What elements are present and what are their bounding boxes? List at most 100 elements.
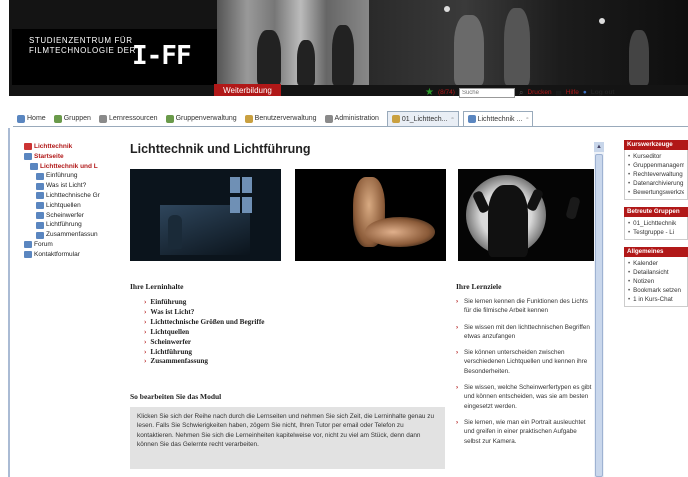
scroll-thumb[interactable] bbox=[595, 154, 603, 477]
lernziele-heading: Ihre Lernziele bbox=[456, 282, 502, 291]
search-icon[interactable]: ⌕ bbox=[519, 88, 523, 98]
top-toolbar: ★ (8/74) ⌕ Drucken ▤ Hilfe ● Log out bbox=[425, 86, 615, 99]
hilfe-link[interactable]: Hilfe bbox=[566, 89, 579, 96]
page-icon bbox=[24, 153, 32, 161]
tab-home[interactable]: Home bbox=[13, 111, 50, 126]
banner-photo-camera-crew bbox=[369, 0, 688, 85]
sidebar-link[interactable]: Kalender bbox=[628, 259, 684, 268]
tab-course-01[interactable]: 01_Lichttech... ▫ bbox=[386, 111, 459, 126]
printer-icon[interactable]: ▤ bbox=[556, 89, 562, 97]
page-icon bbox=[36, 231, 44, 239]
resources-icon bbox=[98, 114, 107, 123]
lerninhalte-heading: Ihre Lerninhalte bbox=[130, 282, 184, 291]
tree-page-zusammenfassung[interactable]: Zusammenfassun bbox=[24, 230, 116, 240]
page-icon bbox=[36, 211, 44, 219]
photo-couple bbox=[295, 169, 446, 261]
tab-benutzerverwaltung[interactable]: Benutzerverwaltung bbox=[241, 111, 321, 126]
search-input[interactable] bbox=[458, 87, 515, 98]
close-icon[interactable]: ▫ bbox=[451, 116, 453, 122]
kurswerkzeuge-heading: Kurswerkzeuge bbox=[624, 140, 688, 150]
site-logo[interactable]: STUDIENZENTRUM FÜR FILMTECHNOLOGIE DER I… bbox=[12, 29, 217, 85]
bearbeiten-heading: So bearbeiten Sie das Modul bbox=[130, 392, 222, 401]
tree-startseite[interactable]: Startseite bbox=[24, 152, 116, 162]
tree-forum[interactable]: Forum bbox=[24, 240, 116, 250]
list-item: Sie können unterscheiden zwischen versch… bbox=[456, 348, 594, 376]
right-sidebar: Kurswerkzeuge Kurseditor Gruppenmanageme… bbox=[624, 140, 688, 314]
sidebar-link[interactable]: Testgruppe - Li bbox=[628, 228, 684, 237]
tree-page-licht[interactable]: Was ist Licht? bbox=[24, 181, 116, 191]
content-scrollbar[interactable]: ▲ bbox=[594, 142, 604, 477]
tree-page-lichtquellen[interactable]: Lichtquellen bbox=[24, 201, 116, 211]
course-icon bbox=[24, 143, 32, 151]
close-icon[interactable]: ▫ bbox=[526, 116, 528, 122]
tree-page-groessen[interactable]: Lichttechnische Gr bbox=[24, 191, 116, 201]
tab-gruppenverwaltung[interactable]: Gruppenverwaltung bbox=[162, 111, 241, 126]
sidebar-link[interactable]: Notizen bbox=[628, 277, 684, 286]
lerninhalte-list: Einführung Was ist Licht? Lichttechnisch… bbox=[144, 298, 264, 367]
user-admin-icon bbox=[244, 114, 253, 123]
list-item[interactable]: Zusammenfassung bbox=[144, 357, 264, 367]
logo-mark: I-FF bbox=[132, 41, 192, 71]
list-item[interactable]: Was ist Licht? bbox=[144, 308, 264, 318]
sidebar-link[interactable]: Bookmark setzen bbox=[628, 286, 684, 295]
logo-line-1: STUDIENZENTRUM FÜR bbox=[29, 36, 133, 45]
tree-course[interactable]: Lichttechnik und L bbox=[24, 162, 116, 172]
group-icon bbox=[53, 114, 62, 123]
main-content: Lichttechnik und Lichtführung Ihre Lerni… bbox=[130, 142, 600, 469]
list-item[interactable]: Lichtführung bbox=[144, 348, 264, 358]
forum-icon bbox=[24, 241, 32, 249]
image-strip bbox=[130, 169, 600, 261]
kurswerkzeuge-box: Kurswerkzeuge Kurseditor Gruppenmanageme… bbox=[624, 140, 688, 200]
sidebar-link[interactable]: 01_Lichttechnik bbox=[628, 219, 684, 228]
page-icon bbox=[30, 162, 38, 170]
tree-page-einfuehrung[interactable]: Einführung bbox=[24, 171, 116, 181]
photo-shadow-figure bbox=[458, 169, 600, 261]
page-icon bbox=[36, 172, 44, 180]
tree-kontakt[interactable]: Kontaktformular bbox=[24, 250, 116, 260]
sidebar-link[interactable]: Gruppenmanagement bbox=[628, 161, 684, 170]
tree-page-scheinwerfer[interactable]: Scheinwerfer bbox=[24, 211, 116, 221]
weiterbildung-tab[interactable]: Weiterbildung bbox=[214, 84, 281, 96]
contact-icon bbox=[24, 251, 32, 259]
photo-window-light bbox=[130, 169, 281, 261]
list-item[interactable]: Einführung bbox=[144, 298, 264, 308]
list-item[interactable]: Lichttechnische Größen und Begriffe bbox=[144, 318, 264, 328]
star-icon[interactable]: ★ bbox=[425, 87, 434, 98]
list-item: Sie lernen, wie man ein Portrait ausleuc… bbox=[456, 418, 594, 446]
list-item: Sie wissen, welche Scheinwerfertypen es … bbox=[456, 383, 594, 411]
left-frame-border bbox=[8, 128, 10, 477]
drucken-link[interactable]: Drucken bbox=[527, 89, 551, 96]
lernziele-list: Sie lernen kennen die Funktionen des Lic… bbox=[456, 297, 594, 453]
scroll-up-icon[interactable]: ▲ bbox=[594, 142, 604, 152]
course-icon bbox=[467, 115, 476, 123]
page-icon bbox=[36, 192, 44, 200]
tab-course-lichttechnik[interactable]: Lichttechnik ... ▫ bbox=[462, 111, 534, 126]
tab-administration[interactable]: Administration bbox=[321, 111, 383, 126]
logout-link[interactable]: Log out bbox=[591, 89, 615, 96]
tree-root[interactable]: Lichttechnik bbox=[24, 142, 116, 152]
sidebar-link[interactable]: Kurseditor bbox=[628, 152, 684, 161]
page-icon bbox=[36, 182, 44, 190]
page-title: Lichttechnik und Lichtführung bbox=[130, 142, 311, 156]
course-tree: Lichttechnik Startseite Lichttechnik und… bbox=[24, 142, 116, 260]
gruppen-heading: Betreute Gruppen bbox=[624, 207, 688, 217]
gruppen-box: Betreute Gruppen 01_Lichttechnik Testgru… bbox=[624, 207, 688, 240]
tab-lernressourcen[interactable]: Lernressourcen bbox=[95, 111, 162, 126]
list-item[interactable]: Scheinwerfer bbox=[144, 338, 264, 348]
sidebar-link[interactable]: Datenarchivierung bbox=[628, 179, 684, 188]
allgemeines-box: Allgemeines Kalender Detailansicht Notiz… bbox=[624, 247, 688, 307]
sidebar-link[interactable]: Detailansicht bbox=[628, 268, 684, 277]
sidebar-link[interactable]: Rechteverwaltung bbox=[628, 170, 684, 179]
sidebar-link[interactable]: Bewertungswerkzeug bbox=[628, 188, 684, 197]
group-admin-icon bbox=[165, 114, 174, 123]
allgemeines-heading: Allgemeines bbox=[624, 247, 688, 257]
page-icon bbox=[36, 221, 44, 229]
home-icon bbox=[17, 114, 25, 123]
tree-page-lichtfuehrung[interactable]: Lichtführung bbox=[24, 220, 116, 230]
help-icon[interactable]: ● bbox=[583, 89, 587, 96]
list-item[interactable]: Lichtquellen bbox=[144, 328, 264, 338]
logo-line-2: FILMTECHNOLOGIE DER bbox=[29, 46, 136, 55]
tab-gruppen[interactable]: Gruppen bbox=[50, 111, 95, 126]
sidebar-link[interactable]: 1 in Kurs-Chat bbox=[628, 295, 684, 304]
admin-icon bbox=[324, 114, 333, 123]
